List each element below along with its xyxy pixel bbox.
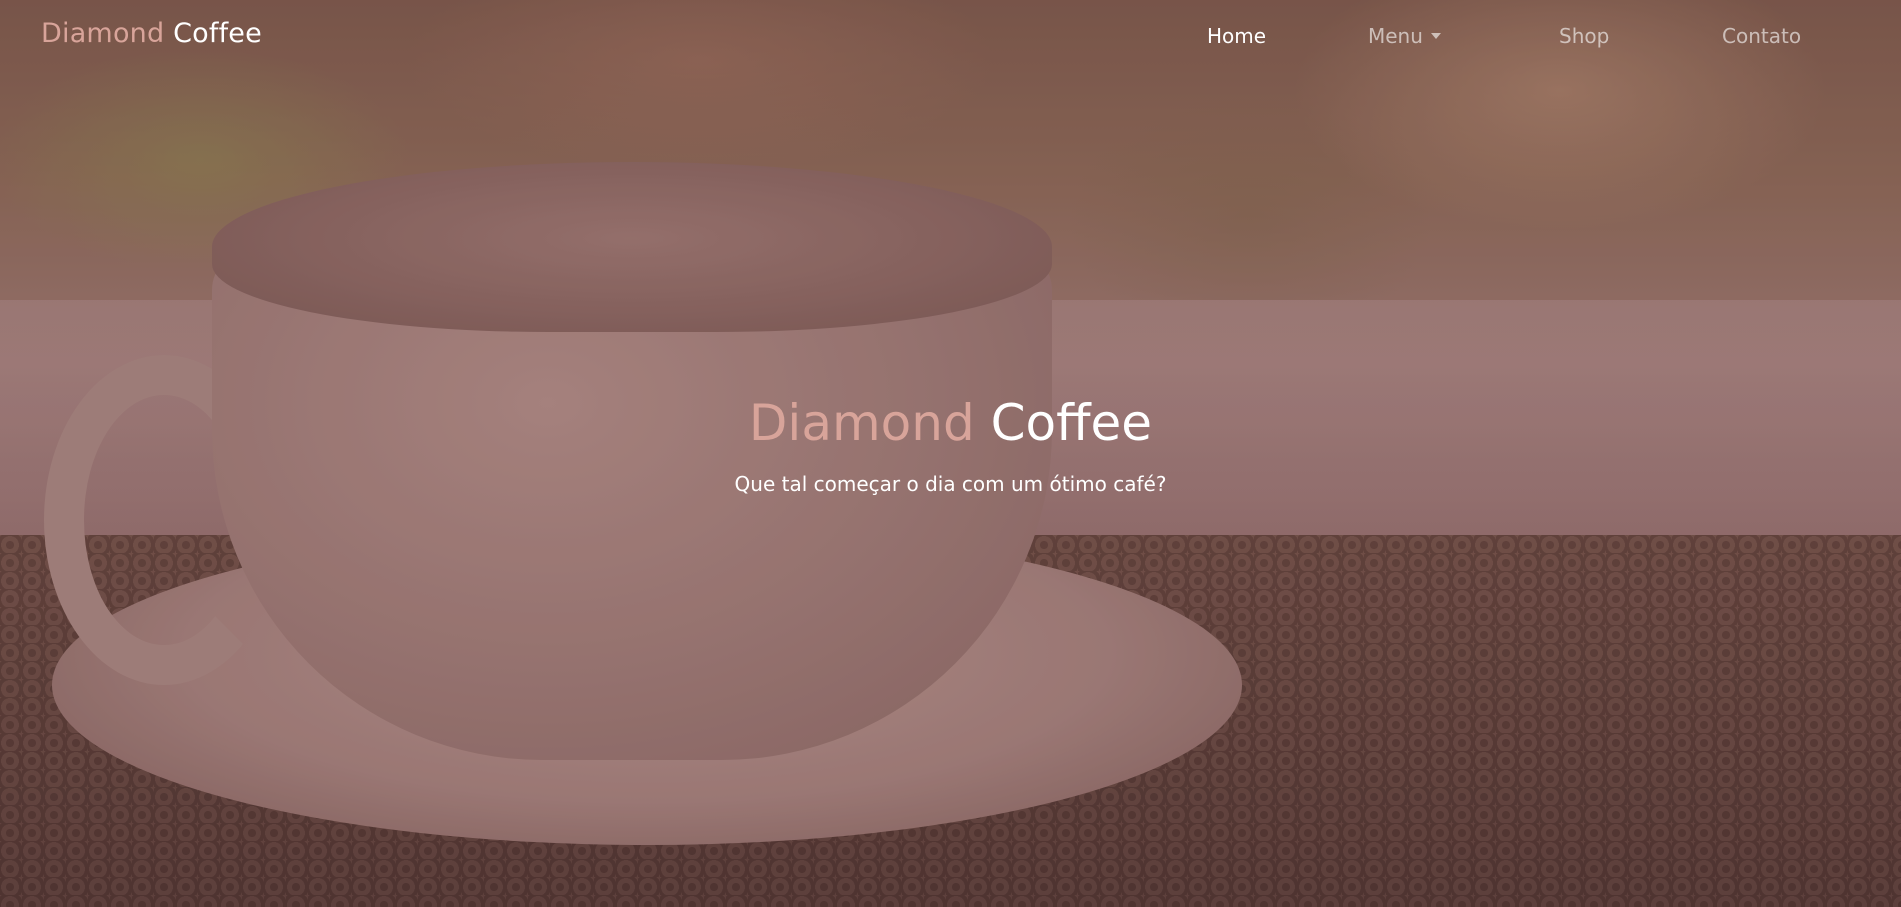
- hero-subtitle: Que tal começar o dia com um ótimo café?: [734, 472, 1167, 496]
- hero-title: Diamond Coffee: [0, 394, 1901, 452]
- nav-home-link[interactable]: Home: [1207, 24, 1266, 48]
- brand-accent-text: Diamond: [41, 18, 165, 49]
- nav-links: Home Menu Shop Contato: [1180, 24, 1860, 54]
- hero-title-accent: Diamond: [748, 394, 975, 452]
- nav-menu-label: Menu: [1368, 24, 1423, 48]
- navbar: Diamond Coffee Home Menu Shop Contato: [0, 0, 1901, 74]
- nav-menu-dropdown[interactable]: Menu: [1368, 24, 1441, 48]
- brand-logo-link[interactable]: Diamond Coffee: [41, 18, 262, 49]
- caret-down-icon: [1430, 33, 1441, 39]
- hero-section: Diamond Coffee Home Menu Shop Contato Di…: [0, 0, 1901, 907]
- hero-title-main: Coffee: [990, 394, 1153, 452]
- brand-main-text: Coffee: [173, 18, 262, 49]
- background-overlay: [0, 0, 1901, 907]
- nav-contato-link[interactable]: Contato: [1722, 24, 1801, 48]
- nav-shop-link[interactable]: Shop: [1559, 24, 1609, 48]
